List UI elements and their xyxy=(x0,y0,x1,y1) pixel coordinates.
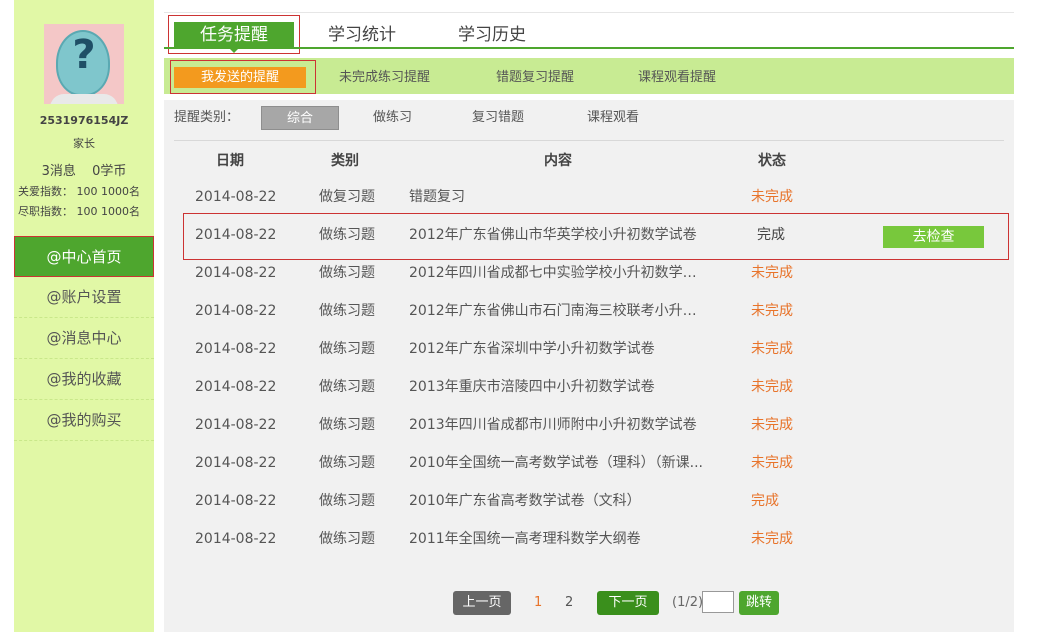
tab-study-stats[interactable]: 学习统计 xyxy=(328,22,396,48)
row-content[interactable]: 2010年广东省高考数学试卷（文科） xyxy=(409,482,709,520)
table-row[interactable]: 2014-08-22 做复习题 错题复习 未完成 xyxy=(164,178,1014,216)
row-status: 未完成 xyxy=(751,455,793,471)
row-status: 完成 xyxy=(751,493,779,509)
table-row[interactable]: 2014-08-22 做练习题 2013年四川省成都市川师附中小升初数学试卷 未… xyxy=(164,406,1014,444)
row-status: 未完成 xyxy=(751,531,793,547)
row-type: 做复习题 xyxy=(319,189,375,205)
top-divider xyxy=(164,12,1014,13)
row-type: 做练习题 xyxy=(319,531,375,547)
table-row[interactable]: 2014-08-22 做练习题 2012年广东省佛山市石门南海三校联考小升初..… xyxy=(164,292,1014,330)
tab-study-history[interactable]: 学习历史 xyxy=(458,22,526,48)
table-row[interactable]: 2014-08-22 做练习题 2012年广东省深圳中学小升初数学试卷 未完成 xyxy=(164,330,1014,368)
row-content[interactable]: 2012年广东省深圳中学小升初数学试卷 xyxy=(409,330,709,368)
user-stats: 3消息 0学币 xyxy=(14,160,154,179)
table-row[interactable]: 2014-08-22 做练习题 2012年四川省成都七中实验学校小升初数学试..… xyxy=(164,254,1014,292)
table-row[interactable]: 2014-08-22 做练习题 2010年广东省高考数学试卷（文科） 完成 xyxy=(164,482,1014,520)
tab-task-reminders[interactable]: 任务提醒 xyxy=(174,22,294,48)
filter-practice[interactable]: 做练习 xyxy=(373,106,412,130)
filter-divider xyxy=(174,140,1004,141)
row-status: 未完成 xyxy=(751,189,793,205)
row-content[interactable]: 2012年广东省佛山市石门南海三校联考小升初... xyxy=(409,292,709,330)
row-content[interactable]: 2012年四川省成都七中实验学校小升初数学试... xyxy=(409,254,709,292)
row-date: 2014-08-22 xyxy=(195,189,277,205)
row-type: 做练习题 xyxy=(319,341,375,357)
main-content: 任务提醒 学习统计 学习历史 我发送的提醒 未完成练习提醒 错题复习提醒 课程观… xyxy=(164,0,1014,632)
row-type: 做练习题 xyxy=(319,379,375,395)
sidebar-item-purchases[interactable]: @我的购买 xyxy=(14,400,154,441)
subtab-highlight-outline xyxy=(170,60,316,94)
row-status: 未完成 xyxy=(751,379,793,395)
row-type: 做练习题 xyxy=(319,303,375,319)
header-date: 日期 xyxy=(216,153,244,169)
sidebar-item-home[interactable]: @中心首页 xyxy=(14,236,154,277)
row-date: 2014-08-22 xyxy=(195,227,277,243)
avatar-shoulder xyxy=(50,94,118,104)
header-content: 内容 xyxy=(544,153,572,169)
row-type: 做练习题 xyxy=(319,265,375,281)
sidebar-nav: @中心首页 @账户设置 @消息中心 @我的收藏 @我的购买 xyxy=(14,236,154,441)
filter-label: 提醒类别： xyxy=(174,110,240,125)
jump-page-input[interactable] xyxy=(702,591,734,613)
duty-index: 尽职指数： 100 1000名 xyxy=(18,205,140,218)
care-index: 关爱指数： 100 1000名 xyxy=(18,185,140,198)
question-mark-icon: ? xyxy=(72,32,96,78)
sidebar-item-message-center[interactable]: @消息中心 xyxy=(14,318,154,359)
jump-button[interactable]: 跳转 xyxy=(739,591,779,615)
table-row[interactable]: 2014-08-22 做练习题 2012年广东省佛山市华英学校小升初数学试卷 完… xyxy=(164,216,1014,254)
header-type: 类别 xyxy=(331,153,359,169)
user-id: 2531976154JZ xyxy=(39,114,129,127)
row-type: 做练习题 xyxy=(319,455,375,471)
prev-page-button[interactable]: 上一页 xyxy=(453,591,511,615)
row-date: 2014-08-22 xyxy=(195,341,277,357)
row-content[interactable]: 2013年四川省成都市川师附中小升初数学试卷 xyxy=(409,406,709,444)
sidebar-item-favorites[interactable]: @我的收藏 xyxy=(14,359,154,400)
user-role: 家长 xyxy=(73,137,95,150)
row-date: 2014-08-22 xyxy=(195,379,277,395)
row-date: 2014-08-22 xyxy=(195,265,277,281)
row-type: 做练习题 xyxy=(319,493,375,509)
filter-all[interactable]: 综合 xyxy=(261,106,339,130)
row-date: 2014-08-22 xyxy=(195,417,277,433)
row-status: 未完成 xyxy=(751,341,793,357)
page-total: (1/2) xyxy=(672,595,704,610)
filter-course-watch[interactable]: 课程观看 xyxy=(587,106,639,130)
row-content[interactable]: 错题复习 xyxy=(409,178,709,216)
sidebar: ? 2531976154JZ 家长 3消息 0学币 关爱指数： 100 1000… xyxy=(14,0,154,632)
sidebar-item-account-settings[interactable]: @账户设置 xyxy=(14,277,154,318)
tabs-underline xyxy=(164,47,1014,49)
row-date: 2014-08-22 xyxy=(195,303,277,319)
subtab-course-watch[interactable]: 课程观看提醒 xyxy=(638,67,716,88)
row-date: 2014-08-22 xyxy=(195,531,277,547)
avatar[interactable]: ? xyxy=(44,24,124,104)
coins-count: 0学币 xyxy=(92,164,127,179)
row-date: 2014-08-22 xyxy=(195,455,277,471)
page-2-link[interactable]: 2 xyxy=(565,591,573,615)
table-row[interactable]: 2014-08-22 做练习题 2013年重庆市涪陵四中小升初数学试卷 未完成 xyxy=(164,368,1014,406)
table-row[interactable]: 2014-08-22 做练习题 2011年全国统一高考理科数学大纲卷 未完成 xyxy=(164,520,1014,558)
messages-count[interactable]: 3消息 xyxy=(42,164,76,179)
row-content[interactable]: 2011年全国统一高考理科数学大纲卷 xyxy=(409,520,709,558)
subtab-mistake-review[interactable]: 错题复习提醒 xyxy=(496,67,574,88)
next-page-button[interactable]: 下一页 xyxy=(597,591,659,615)
header-status: 状态 xyxy=(758,153,786,169)
row-content[interactable]: 2013年重庆市涪陵四中小升初数学试卷 xyxy=(409,368,709,406)
filter-review-mistakes[interactable]: 复习错题 xyxy=(472,106,524,130)
row-type: 做练习题 xyxy=(319,227,375,243)
go-check-button[interactable]: 去检查 xyxy=(883,226,984,248)
row-status: 未完成 xyxy=(751,303,793,319)
row-content[interactable]: 2010年全国统一高考数学试卷（理科）（新课... xyxy=(409,444,709,482)
row-date: 2014-08-22 xyxy=(195,493,277,509)
row-status: 未完成 xyxy=(751,417,793,433)
row-content[interactable]: 2012年广东省佛山市华英学校小升初数学试卷 xyxy=(409,216,709,254)
row-status: 完成 xyxy=(757,227,785,243)
subtab-unfinished-practice[interactable]: 未完成练习提醒 xyxy=(339,67,430,88)
page-1-link[interactable]: 1 xyxy=(534,591,542,615)
table-row[interactable]: 2014-08-22 做练习题 2010年全国统一高考数学试卷（理科）（新课..… xyxy=(164,444,1014,482)
row-status: 未完成 xyxy=(751,265,793,281)
row-type: 做练习题 xyxy=(319,417,375,433)
